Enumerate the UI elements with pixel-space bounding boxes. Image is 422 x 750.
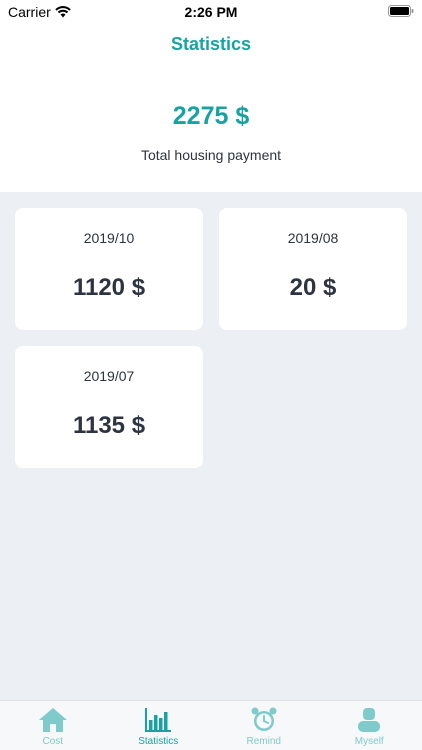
tab-label: Statistics: [138, 736, 179, 747]
tab-statistics[interactable]: Statistics: [106, 701, 212, 750]
month-card[interactable]: 2019/08 20 $: [219, 208, 407, 330]
tab-label: Myself: [354, 736, 384, 747]
battery-icon: [388, 5, 414, 17]
tab-bar: Cost Statistics Remind Myself: [0, 700, 422, 750]
card-grid: 2019/10 1120 $ 2019/08 20 $ 2019/07 1135…: [15, 208, 407, 468]
card-month: 2019/08: [287, 230, 339, 246]
tab-cost[interactable]: Cost: [0, 701, 106, 750]
monthly-cards-area: 2019/10 1120 $ 2019/08 20 $ 2019/07 1135…: [0, 192, 422, 700]
card-month: 2019/07: [83, 368, 135, 384]
tab-label: Remind: [246, 736, 281, 747]
alarm-clock-icon: [251, 707, 277, 731]
card-amount: 1135 $: [72, 412, 146, 439]
status-time: 2:26 PM: [184, 4, 238, 20]
page-title: Statistics: [170, 33, 252, 54]
tab-myself[interactable]: Myself: [317, 701, 422, 750]
month-card[interactable]: 2019/10 1120 $: [15, 208, 203, 330]
house-icon: [38, 708, 67, 732]
bar-chart-icon: [145, 708, 172, 732]
tab-remind[interactable]: Remind: [211, 701, 317, 750]
status-bar: Carrier 2:26 PM: [0, 0, 422, 24]
card-month: 2019/10: [83, 230, 135, 246]
tab-label: Cost: [42, 736, 64, 747]
card-amount: 20 $: [289, 274, 337, 301]
total-label: Total housing payment: [140, 147, 282, 163]
person-icon: [358, 708, 381, 732]
card-amount: 1120 $: [72, 274, 146, 301]
month-card[interactable]: 2019/07 1135 $: [15, 346, 203, 468]
total-summary: 2275 $ Total housing payment: [0, 64, 422, 192]
total-amount: 2275 $: [172, 102, 250, 130]
